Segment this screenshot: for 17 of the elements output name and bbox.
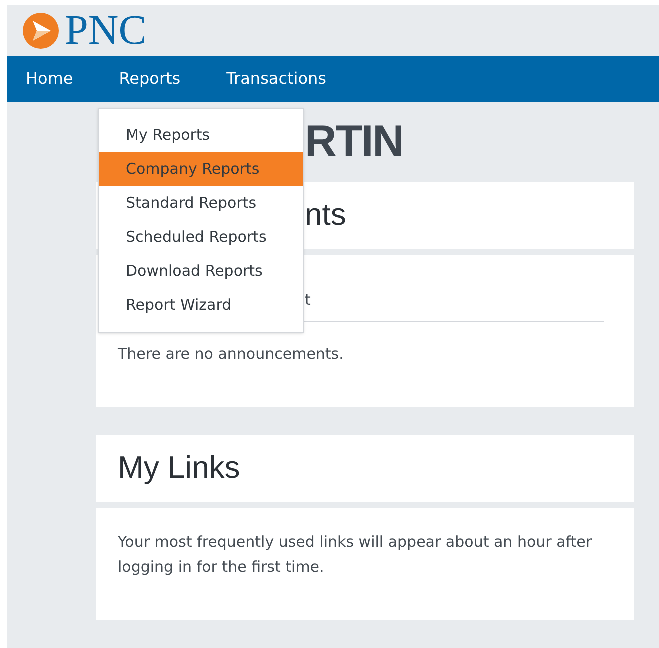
card-title: nts <box>305 196 346 234</box>
nav-link[interactable]: Transactions <box>214 67 340 92</box>
card-text: There are no announcements. <box>118 344 345 365</box>
nav-link[interactable]: Home <box>13 67 86 92</box>
page-title: RTIN <box>305 116 404 168</box>
nav-link[interactable]: Reports <box>106 67 194 92</box>
menu-item[interactable]: Report Wizard <box>99 288 303 322</box>
menu-item[interactable]: Scheduled Reports <box>99 220 303 254</box>
logo-icon <box>21 10 61 51</box>
menu-item[interactable]: Standard Reports <box>99 186 303 220</box>
menu-item[interactable]: Company Reports <box>99 152 303 186</box>
menu-item[interactable]: Download Reports <box>99 254 303 288</box>
card-text: Your most frequently used links will appear about an hour after logging in for the first time. <box>118 532 594 578</box>
card-subheading: t <box>305 290 311 310</box>
logo-text: PNC <box>65 10 147 52</box>
card-title: My Links <box>118 449 240 488</box>
menu-item[interactable]: My Reports <box>99 118 303 152</box>
